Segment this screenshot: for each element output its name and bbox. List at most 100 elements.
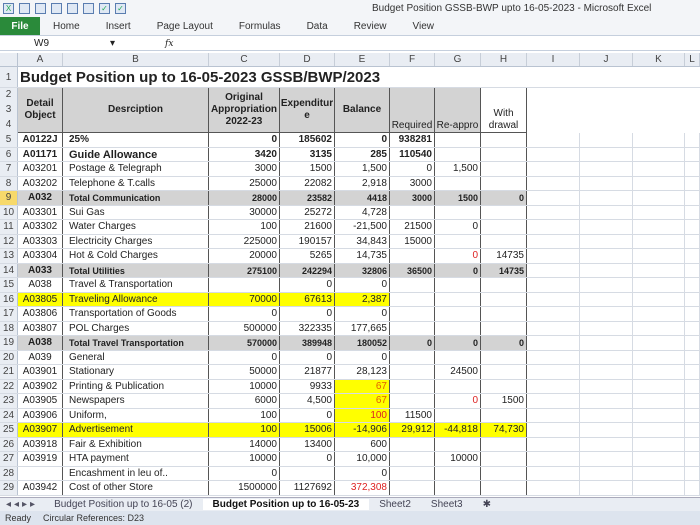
- empty-cell[interactable]: [580, 322, 633, 336]
- empty-cell[interactable]: [580, 351, 633, 365]
- cell-reappro[interactable]: 0: [435, 336, 481, 350]
- cell-detail-object[interactable]: A03201: [18, 162, 63, 176]
- cell-original[interactable]: 30000: [209, 206, 280, 220]
- empty-cell[interactable]: [580, 220, 633, 234]
- insert-sheet-icon[interactable]: ✱: [473, 499, 501, 510]
- cell-required[interactable]: 15000: [390, 235, 435, 249]
- cell-description[interactable]: Postage & Telegraph: [63, 162, 209, 176]
- cell-balance[interactable]: 600: [335, 438, 390, 452]
- empty-cell[interactable]: [527, 162, 580, 176]
- cell-expenditure[interactable]: 190157: [280, 235, 335, 249]
- column-header-j[interactable]: J: [580, 53, 633, 66]
- cell-balance[interactable]: 32806: [335, 264, 390, 278]
- cell-detail-object[interactable]: A032: [18, 191, 63, 205]
- cell-expenditure[interactable]: 21600: [280, 220, 335, 234]
- cell-description[interactable]: Fair & Exhibition: [63, 438, 209, 452]
- cell-required[interactable]: [390, 394, 435, 408]
- empty-cell[interactable]: [527, 191, 580, 205]
- cell-required[interactable]: 3000: [390, 177, 435, 191]
- cell-original[interactable]: 0: [209, 467, 280, 481]
- cell-expenditure[interactable]: 4,500: [280, 394, 335, 408]
- empty-cell[interactable]: [527, 264, 580, 278]
- cell-balance[interactable]: 285: [335, 148, 390, 162]
- sheet-nav-arrows-icon[interactable]: ◂◂▸▸: [0, 499, 44, 510]
- cell-description[interactable]: Electricity Charges: [63, 235, 209, 249]
- empty-cell[interactable]: [580, 307, 633, 321]
- row-number[interactable]: 18: [0, 322, 18, 336]
- empty-cell[interactable]: [527, 380, 580, 394]
- header-detail-object[interactable]: Detail Object: [18, 88, 63, 133]
- cell-reappro[interactable]: [435, 307, 481, 321]
- cell-expenditure[interactable]: 242294: [280, 264, 335, 278]
- cell-reappro[interactable]: 24500: [435, 365, 481, 379]
- cell-reappro[interactable]: [435, 278, 481, 292]
- sheet-title[interactable]: Budget Position up to 16-05-2023 GSSB/BW…: [18, 67, 398, 87]
- cell-description[interactable]: Travel & Transportation: [63, 278, 209, 292]
- tab-page-layout[interactable]: Page Layout: [157, 21, 213, 32]
- cell-original[interactable]: 225000: [209, 235, 280, 249]
- cell-reappro[interactable]: 0: [435, 264, 481, 278]
- file-tab[interactable]: File: [0, 17, 40, 35]
- cell-reappro[interactable]: [435, 148, 481, 162]
- empty-cell[interactable]: [685, 409, 700, 423]
- sheet-tab[interactable]: Sheet2: [369, 499, 421, 510]
- empty-cell[interactable]: [685, 365, 700, 379]
- cell-description[interactable]: Printing & Publication: [63, 380, 209, 394]
- row-number[interactable]: 29: [0, 481, 18, 495]
- cell-detail-object[interactable]: A03805: [18, 293, 63, 307]
- cell-description[interactable]: Transportation of Goods: [63, 307, 209, 321]
- cell-detail-object[interactable]: A01171: [18, 148, 63, 162]
- cell-withdrawal[interactable]: [481, 365, 527, 379]
- empty-cell[interactable]: [685, 249, 700, 263]
- empty-cell[interactable]: [685, 452, 700, 466]
- cell-expenditure[interactable]: 0: [280, 351, 335, 365]
- cell-reappro[interactable]: 1500: [435, 191, 481, 205]
- empty-cell[interactable]: [633, 206, 685, 220]
- cell-balance[interactable]: -21,500: [335, 220, 390, 234]
- cell-detail-object[interactable]: A03902: [18, 380, 63, 394]
- empty-cell[interactable]: [685, 177, 700, 191]
- empty-cell[interactable]: [633, 191, 685, 205]
- cell-expenditure[interactable]: 1127692: [280, 481, 335, 495]
- cell-balance[interactable]: 2,387: [335, 293, 390, 307]
- empty-cell[interactable]: [527, 365, 580, 379]
- checkbox-icon[interactable]: ✓: [99, 3, 110, 14]
- empty-cell[interactable]: [633, 365, 685, 379]
- sheet-tab[interactable]: Sheet3: [421, 499, 473, 510]
- cell-expenditure[interactable]: 0: [280, 452, 335, 466]
- cell-withdrawal[interactable]: 1500: [481, 394, 527, 408]
- empty-cell[interactable]: [633, 336, 685, 350]
- checkbox-icon[interactable]: ✓: [115, 3, 126, 14]
- cell-original[interactable]: 1500000: [209, 481, 280, 495]
- cell-detail-object[interactable]: A038: [18, 336, 63, 350]
- cell-required[interactable]: 36500: [390, 264, 435, 278]
- cell-balance[interactable]: 0: [335, 278, 390, 292]
- row-number[interactable]: 17: [0, 307, 18, 321]
- column-header-g[interactable]: G: [435, 53, 481, 66]
- undo-icon[interactable]: [35, 3, 46, 14]
- empty-cell[interactable]: [685, 162, 700, 176]
- empty-cell[interactable]: [685, 481, 700, 495]
- cell-expenditure[interactable]: 9933: [280, 380, 335, 394]
- save-icon[interactable]: [19, 3, 30, 14]
- cell-description[interactable]: Guide Allowance: [63, 148, 209, 162]
- empty-cell[interactable]: [527, 322, 580, 336]
- empty-cell[interactable]: [527, 351, 580, 365]
- empty-cell[interactable]: [527, 133, 580, 147]
- cell-withdrawal[interactable]: 74,730: [481, 423, 527, 437]
- cell-original[interactable]: 100: [209, 220, 280, 234]
- cell-reappro[interactable]: 0: [435, 220, 481, 234]
- cell-detail-object[interactable]: A03906: [18, 409, 63, 423]
- header-original-appropriation[interactable]: Original Appropriation 2022-23: [209, 88, 280, 133]
- cell-balance[interactable]: 2,918: [335, 177, 390, 191]
- empty-cell[interactable]: [633, 177, 685, 191]
- cell-description[interactable]: HTA payment: [63, 452, 209, 466]
- cell-expenditure[interactable]: 1500: [280, 162, 335, 176]
- row-number[interactable]: 10: [0, 206, 18, 220]
- cell-detail-object[interactable]: A03918: [18, 438, 63, 452]
- empty-cell[interactable]: [633, 293, 685, 307]
- empty-cell[interactable]: [685, 307, 700, 321]
- empty-cell[interactable]: [685, 235, 700, 249]
- cell-balance[interactable]: 1,500: [335, 162, 390, 176]
- cell-description[interactable]: Uniform,: [63, 409, 209, 423]
